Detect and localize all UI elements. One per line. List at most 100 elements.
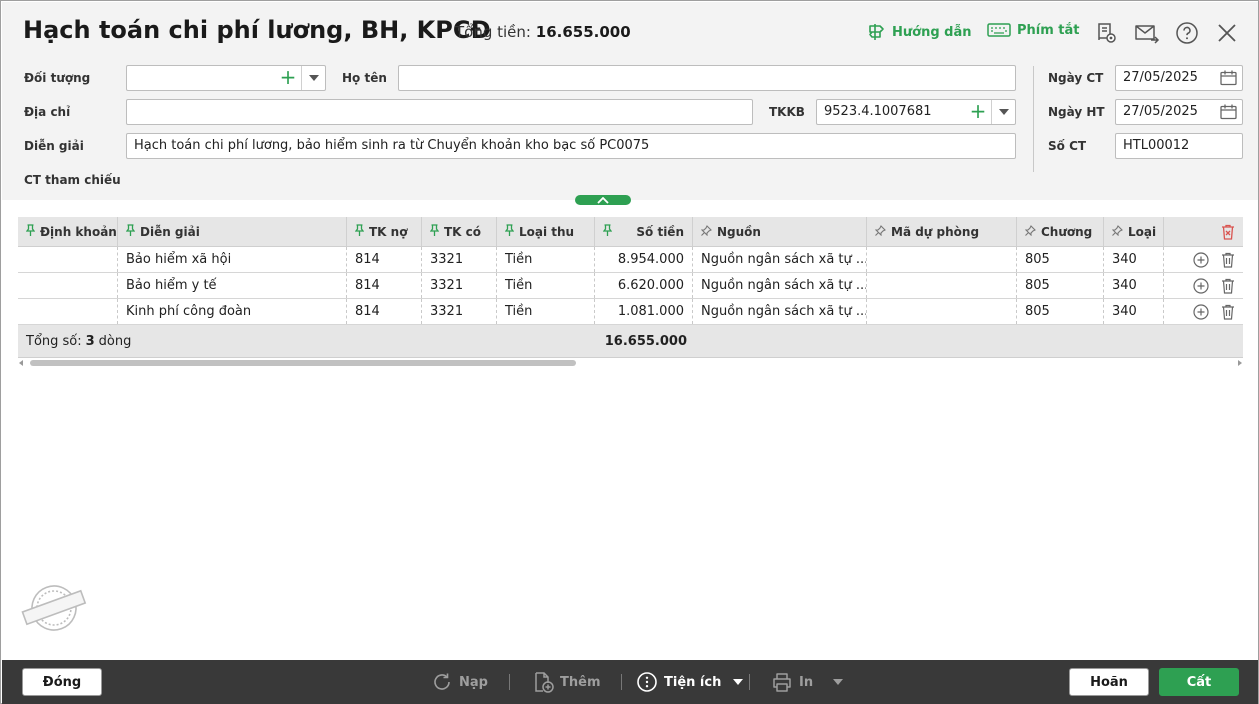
- cell-dien-giai[interactable]: Bảo hiểm y tế: [118, 273, 347, 298]
- cell-dinh-khoan[interactable]: [18, 299, 118, 324]
- pin-icon[interactable]: [429, 224, 440, 239]
- cell-loai[interactable]: 340: [1104, 247, 1164, 272]
- cell-tk-no[interactable]: 814: [347, 273, 422, 298]
- dien-giai-field[interactable]: Hạch toán chi phí lương, bảo hiểm sinh r…: [126, 133, 1016, 159]
- calendar-icon[interactable]: [1220, 104, 1237, 120]
- column-header-loai[interactable]: Loại: [1104, 217, 1164, 246]
- cell-loai-thu[interactable]: Tiền: [497, 299, 595, 324]
- pin-icon[interactable]: [125, 224, 136, 239]
- cell-tk-co[interactable]: 3321: [422, 247, 497, 272]
- cell-nguon[interactable]: Nguồn ngân sách xã tự ...: [693, 299, 867, 324]
- divider: [749, 674, 750, 690]
- ct-tham-chieu-label[interactable]: CT tham chiếu: [24, 173, 121, 187]
- close-icon: [1218, 24, 1236, 42]
- cell-dinh-khoan[interactable]: [18, 247, 118, 272]
- pin-icon[interactable]: [25, 224, 36, 239]
- reload-icon: [434, 673, 450, 690]
- scrollbar-thumb[interactable]: [30, 360, 576, 366]
- pin-icon[interactable]: [504, 224, 515, 239]
- add-doi-tuong-icon[interactable]: +: [279, 67, 297, 87]
- ngay-ht-datepicker[interactable]: 27/05/2025: [1115, 99, 1243, 125]
- save-button[interactable]: Cất: [1159, 668, 1239, 696]
- help-button[interactable]: [1174, 20, 1200, 46]
- column-header-tk-no[interactable]: TK nợ: [347, 217, 422, 246]
- scroll-left-icon[interactable]: [18, 360, 24, 366]
- ho-ten-field[interactable]: [398, 65, 1016, 91]
- column-header-nguon[interactable]: Nguồn: [693, 217, 867, 246]
- unpinned-icon[interactable]: [1111, 224, 1123, 239]
- grid-total-amount: 16.655.000: [604, 333, 687, 349]
- cell-nguon[interactable]: Nguồn ngân sách xã tự ...: [693, 273, 867, 298]
- pin-icon[interactable]: [354, 224, 365, 239]
- column-header-ma-du-phong[interactable]: Mã dự phòng: [867, 217, 1017, 246]
- tkkb-combobox[interactable]: 9523.4.1007681 +: [816, 99, 1016, 125]
- scroll-right-icon[interactable]: [1237, 360, 1243, 366]
- close-button[interactable]: Đóng: [22, 668, 102, 696]
- chevron-down-icon[interactable]: [991, 100, 1015, 124]
- unpinned-icon[interactable]: [874, 224, 886, 239]
- add-row-icon[interactable]: [1193, 303, 1209, 320]
- cell-tk-co[interactable]: 3321: [422, 273, 497, 298]
- unpinned-icon[interactable]: [1024, 224, 1036, 239]
- cell-ma-du-phong[interactable]: [867, 299, 1017, 324]
- column-header-tk-co[interactable]: TK có: [422, 217, 497, 246]
- cell-chuong[interactable]: 805: [1017, 247, 1104, 272]
- cell-nguon[interactable]: Nguồn ngân sách xã tự ...: [693, 247, 867, 272]
- row-actions: [1164, 299, 1243, 324]
- cell-loai[interactable]: 340: [1104, 273, 1164, 298]
- reload-button[interactable]: Nạp: [431, 670, 488, 694]
- cancel-button[interactable]: Hoãn: [1069, 668, 1149, 696]
- shortcut-link[interactable]: Phím tắt: [987, 22, 1080, 38]
- delete-row-icon[interactable]: [1221, 252, 1235, 268]
- add-row-icon[interactable]: [1193, 277, 1209, 294]
- cell-ma-du-phong[interactable]: [867, 247, 1017, 272]
- cell-dien-giai[interactable]: Bảo hiểm xã hội: [118, 247, 347, 272]
- cell-ma-du-phong[interactable]: [867, 273, 1017, 298]
- delete-row-icon[interactable]: [1221, 278, 1235, 294]
- delete-all-rows-button[interactable]: [1164, 217, 1243, 246]
- column-header-chuong[interactable]: Chương: [1017, 217, 1104, 246]
- cell-tk-no[interactable]: 814: [347, 299, 422, 324]
- add-button[interactable]: Thêm: [532, 670, 601, 694]
- table-row[interactable]: Bảo hiểm xã hội 814 3321 Tiền 8.954.000 …: [18, 247, 1243, 273]
- table-row[interactable]: Bảo hiểm y tế 814 3321 Tiền 6.620.000 Ng…: [18, 273, 1243, 299]
- cell-loai-thu[interactable]: Tiền: [497, 273, 595, 298]
- doi-tuong-combobox[interactable]: +: [126, 65, 326, 91]
- cell-chuong[interactable]: 805: [1017, 299, 1104, 324]
- cell-loai[interactable]: 340: [1104, 299, 1164, 324]
- column-header-dinh-khoan[interactable]: Định khoản: [18, 217, 118, 246]
- collapse-header-button[interactable]: [575, 195, 631, 205]
- calendar-icon[interactable]: [1220, 70, 1237, 86]
- ngay-ct-datepicker[interactable]: 27/05/2025: [1115, 65, 1243, 91]
- add-tkkb-icon[interactable]: +: [969, 101, 987, 121]
- horizontal-scrollbar[interactable]: [18, 358, 1243, 368]
- guide-link[interactable]: Hướng dẫn: [866, 22, 972, 42]
- cell-dien-giai[interactable]: Kinh phí công đoàn: [118, 299, 347, 324]
- cell-so-tien[interactable]: 6.620.000: [595, 273, 693, 298]
- column-header-loai-thu[interactable]: Loại thu: [497, 217, 595, 246]
- so-ct-field[interactable]: HTL00012: [1115, 133, 1243, 159]
- pin-icon[interactable]: [602, 224, 613, 239]
- delete-row-icon[interactable]: [1221, 304, 1235, 320]
- chevron-down-icon[interactable]: [301, 66, 325, 90]
- unpinned-icon[interactable]: [700, 224, 712, 239]
- chevron-down-icon[interactable]: [833, 679, 844, 685]
- guide-icon: [869, 24, 884, 40]
- cell-tk-co[interactable]: 3321: [422, 299, 497, 324]
- cell-tk-no[interactable]: 814: [347, 247, 422, 272]
- preview-button[interactable]: [1094, 20, 1120, 46]
- print-button[interactable]: In: [771, 670, 844, 694]
- column-header-so-tien[interactable]: Số tiền: [595, 217, 693, 246]
- dia-chi-field[interactable]: [126, 99, 753, 125]
- cell-dinh-khoan[interactable]: [18, 273, 118, 298]
- send-email-button[interactable]: [1134, 20, 1160, 46]
- close-window-button[interactable]: [1214, 20, 1240, 46]
- table-row[interactable]: Kinh phí công đoàn 814 3321 Tiền 1.081.0…: [18, 299, 1243, 325]
- column-header-dien-giai[interactable]: Diễn giải: [118, 217, 347, 246]
- cell-chuong[interactable]: 805: [1017, 273, 1104, 298]
- cell-so-tien[interactable]: 1.081.000: [595, 299, 693, 324]
- add-row-icon[interactable]: [1193, 251, 1209, 268]
- utility-menu-button[interactable]: Tiện ích: [636, 670, 744, 694]
- cell-so-tien[interactable]: 8.954.000: [595, 247, 693, 272]
- cell-loai-thu[interactable]: Tiền: [497, 247, 595, 272]
